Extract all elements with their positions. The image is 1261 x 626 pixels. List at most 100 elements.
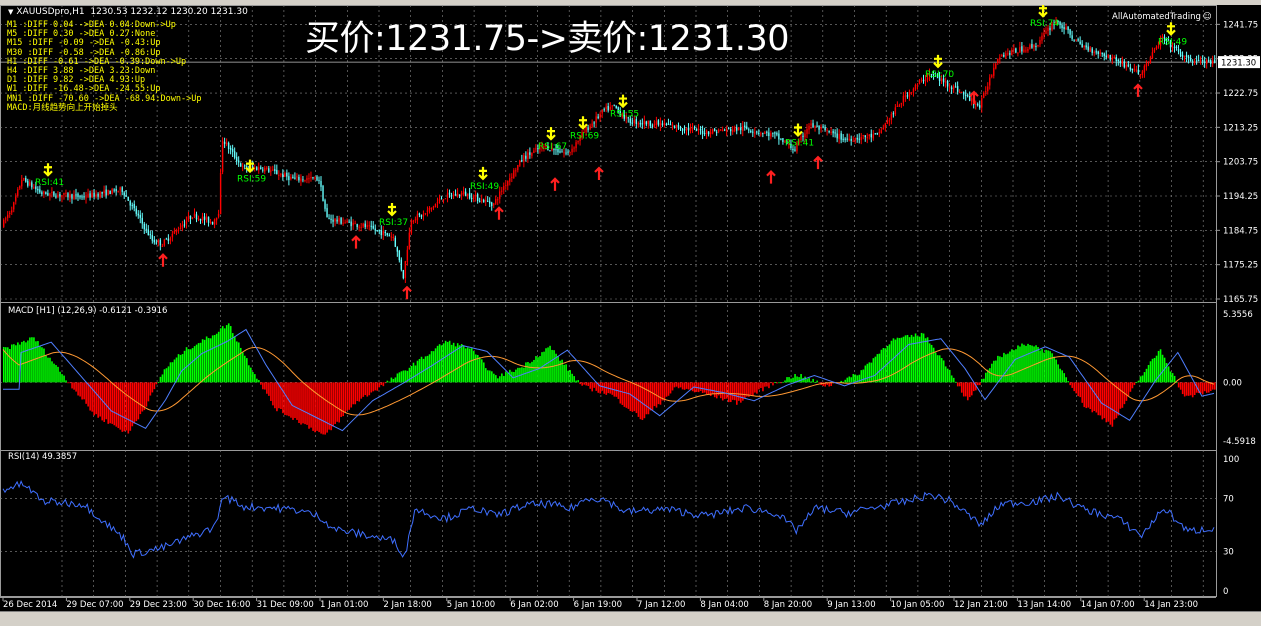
macd-histogram-bar (1151, 358, 1154, 383)
macd-histogram-bar (1091, 382, 1094, 413)
candle-body (133, 204, 135, 209)
macd-histogram-bar (53, 363, 55, 383)
candle-body (882, 127, 885, 130)
macd-histogram-bar (1109, 382, 1112, 425)
candle-body (1027, 48, 1029, 52)
macd-histogram-bar (804, 376, 806, 383)
candle-body (141, 217, 143, 224)
candle-body (1023, 49, 1025, 53)
time-tick-label: 14 Jan 07:00 (1081, 600, 1135, 610)
candle-body (135, 208, 137, 214)
macd-histogram-bar (904, 335, 907, 383)
macd-histogram-bar (589, 382, 592, 389)
candle-body (1083, 45, 1085, 47)
macd-histogram-bar (738, 382, 740, 401)
candle-body (1085, 45, 1087, 48)
macd-histogram-bar (322, 382, 324, 435)
candle-body (380, 230, 382, 236)
macd-histogram-bar (478, 357, 481, 383)
macd-histogram-bar (711, 382, 714, 394)
macd-histogram-bar (254, 374, 256, 383)
candle-body (243, 165, 246, 167)
candle-body (828, 130, 830, 133)
candle-body (241, 166, 244, 168)
candle-body (511, 176, 513, 178)
macd-histogram-bar (9, 348, 11, 383)
candle-body (812, 123, 814, 128)
macd-histogram-bar (894, 339, 897, 383)
up-arrow-icon (594, 166, 604, 181)
candle-body (155, 242, 158, 244)
macd-histogram-bar (627, 382, 630, 409)
candle-body (958, 91, 961, 93)
macd-histogram-bar (928, 343, 931, 383)
macd-histogram-bar (675, 382, 678, 387)
time-tick-label: 13 Jan 14:00 (1017, 600, 1071, 610)
candle-body (5, 218, 7, 220)
candle-body (1209, 59, 1212, 64)
macd-histogram-bar (382, 382, 385, 387)
up-arrow-icon (402, 285, 412, 300)
macd-histogram-bar (113, 382, 116, 426)
candle-body (268, 168, 270, 172)
macd-histogram-bar (71, 382, 73, 389)
candle-body (723, 129, 726, 131)
candle-body (748, 129, 750, 131)
candle-body (567, 151, 569, 153)
time-tick-label: 14 Jan 23:00 (1144, 600, 1198, 610)
macd-histogram-bar (468, 348, 471, 383)
candle-body (324, 200, 326, 209)
candle-body (501, 190, 503, 192)
candle-body (159, 239, 162, 246)
candle-body (750, 130, 752, 133)
macd-histogram-bar (547, 347, 549, 383)
menu-triangle-icon[interactable]: ▼ (8, 8, 13, 16)
price-tick-label: 1194.25 (1223, 192, 1258, 202)
candle-body (330, 218, 332, 220)
candle-body (93, 192, 95, 197)
macd-histogram-bar (719, 382, 722, 399)
candle-body (657, 120, 660, 125)
candle-body (260, 167, 262, 169)
candle-body (97, 193, 99, 197)
candle-body (946, 80, 949, 87)
candle-body (456, 193, 459, 197)
macd-histogram-bar (810, 381, 812, 383)
rsi-tag-label: RSI:49 (1158, 37, 1187, 47)
macd-histogram-bar (760, 382, 762, 388)
macd-histogram-bar (284, 382, 286, 415)
macd-histogram-bar (13, 344, 15, 383)
candle-body (683, 128, 686, 131)
macd-histogram-bar (1191, 382, 1194, 398)
candle-body (615, 105, 617, 109)
candle-body (950, 87, 953, 89)
candle-body (1171, 47, 1174, 49)
macd-histogram-bar (233, 336, 236, 383)
candle-body (975, 104, 977, 106)
candle-body (1151, 52, 1154, 59)
macd-histogram-bar (1025, 345, 1027, 383)
macd-histogram-bar (378, 382, 381, 388)
candle-body (535, 148, 537, 150)
macd-histogram-bar (958, 382, 961, 387)
macd-histogram-bar (940, 358, 943, 383)
candle-body (509, 178, 511, 182)
candle-body (922, 79, 925, 82)
macd-histogram-bar (65, 380, 67, 383)
macd-histogram-bar (276, 382, 278, 412)
candle-body (436, 201, 439, 204)
candle-body (352, 222, 354, 226)
macd-histogram-bar (248, 365, 250, 383)
macd-histogram-bar (262, 382, 264, 390)
macd-histogram-bar (1179, 382, 1182, 390)
macd-histogram-bar (1137, 380, 1140, 383)
down-arrow-icon (1166, 22, 1176, 36)
macd-histogram-bar (81, 382, 83, 400)
macd-histogram-bar (229, 326, 232, 383)
macd-histogram-bar (1181, 382, 1184, 395)
macd-histogram-bar (509, 369, 511, 383)
macd-histogram-bar (1055, 359, 1057, 383)
candle-body (300, 178, 302, 182)
candle-body (310, 176, 312, 179)
macd-histogram-bar (1053, 356, 1055, 383)
